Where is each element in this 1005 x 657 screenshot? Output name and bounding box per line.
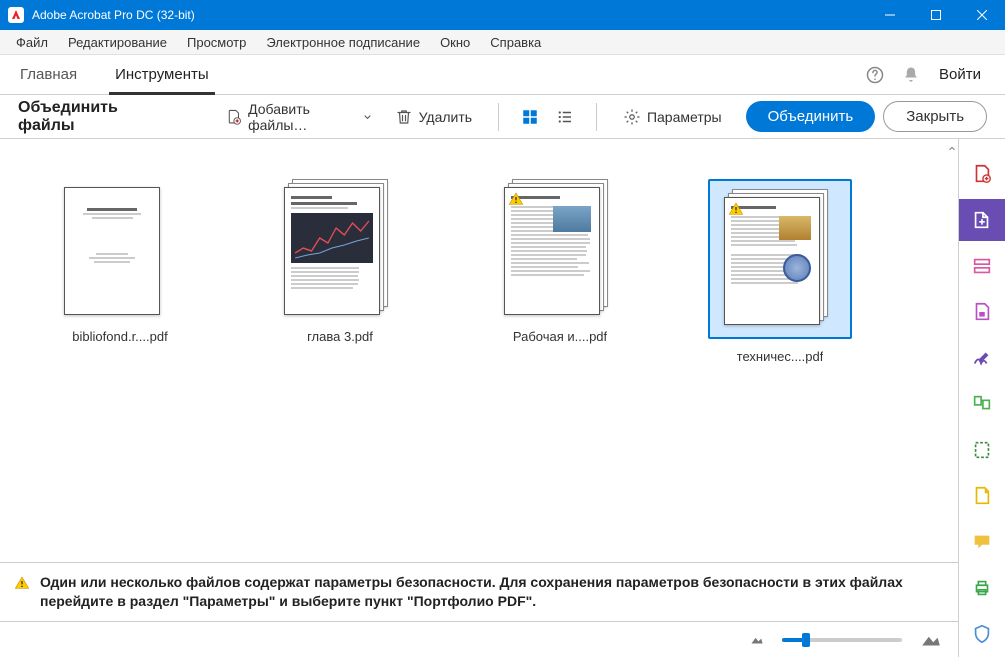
menu-view[interactable]: Просмотр: [177, 32, 256, 53]
file-item[interactable]: глава 3.pdf: [270, 179, 410, 344]
delete-button[interactable]: Удалить: [387, 104, 480, 130]
file-label: Рабочая и....pdf: [513, 329, 607, 344]
separator: [596, 103, 597, 131]
tool-security[interactable]: [959, 613, 1005, 655]
warning-bar: Один или несколько файлов содержат парам…: [0, 562, 958, 621]
grid-icon: [521, 108, 539, 126]
minimize-button[interactable]: [867, 0, 913, 30]
file-label: техничес....pdf: [737, 349, 824, 364]
separator: [498, 103, 499, 131]
warning-text: Один или несколько файлов содержат парам…: [40, 573, 944, 611]
help-icon[interactable]: [857, 57, 893, 93]
scroll-indicator-icon: [948, 145, 956, 153]
options-button[interactable]: Параметры: [615, 104, 730, 130]
tool-print[interactable]: [959, 567, 1005, 609]
workspace: bibliofond.r....pdf глава 3.pdf Рабочая и.…: [0, 139, 1005, 657]
tool-combine-files[interactable]: [959, 199, 1005, 241]
toolbar-title: Объединить файлы: [18, 99, 160, 135]
file-grid[interactable]: bibliofond.r....pdf глава 3.pdf Рабочая и.…: [0, 139, 958, 562]
file-label: глава 3.pdf: [307, 329, 373, 344]
tabbar: Главная Инструменты Войти: [0, 55, 1005, 95]
close-button[interactable]: [959, 0, 1005, 30]
window-title: Adobe Acrobat Pro DC (32-bit): [32, 8, 867, 22]
tool-organize[interactable]: [959, 383, 1005, 425]
menu-window[interactable]: Окно: [430, 32, 480, 53]
acrobat-logo: [8, 7, 24, 23]
warning-icon: [14, 575, 30, 591]
file-label: bibliofond.r....pdf: [72, 329, 167, 344]
list-view-button[interactable]: [552, 102, 579, 132]
tool-sign[interactable]: [959, 337, 1005, 379]
main-panel: bibliofond.r....pdf глава 3.pdf Рабочая и.…: [0, 139, 959, 657]
tab-tools[interactable]: Инструменты: [109, 55, 215, 95]
options-label: Параметры: [647, 109, 722, 125]
menubar: Файл Редактирование Просмотр Электронное…: [0, 30, 1005, 55]
add-files-button[interactable]: Добавить файлы…: [218, 97, 378, 137]
notifications-icon[interactable]: [893, 57, 929, 93]
bottom-bar: [0, 621, 958, 657]
file-item[interactable]: Рабочая и....pdf: [490, 179, 630, 344]
tool-comment[interactable]: [959, 521, 1005, 563]
file-warning-icon: [508, 191, 524, 207]
tool-redact[interactable]: [959, 429, 1005, 471]
tab-home[interactable]: Главная: [14, 55, 83, 95]
menu-sign[interactable]: Электронное подписание: [256, 32, 430, 53]
close-panel-button[interactable]: Закрыть: [883, 101, 987, 132]
menu-edit[interactable]: Редактирование: [58, 32, 177, 53]
login-button[interactable]: Войти: [929, 66, 991, 83]
file-warning-icon: [728, 201, 744, 217]
trash-icon: [395, 108, 413, 126]
file-item[interactable]: bibliofond.r....pdf: [50, 179, 190, 344]
tools-sidebar: [959, 139, 1005, 657]
tool-create-pdf[interactable]: [959, 153, 1005, 195]
add-page-icon: [226, 108, 242, 126]
combine-button[interactable]: Объединить: [746, 101, 876, 132]
menu-file[interactable]: Файл: [6, 32, 58, 53]
tool-edit-pdf[interactable]: [959, 245, 1005, 287]
chevron-down-icon: [364, 113, 371, 121]
titlebar: Adobe Acrobat Pro DC (32-bit): [0, 0, 1005, 30]
zoom-large-icon[interactable]: [920, 632, 942, 648]
add-files-label: Добавить файлы…: [248, 101, 358, 133]
tool-export-pdf[interactable]: [959, 291, 1005, 333]
zoom-small-icon[interactable]: [750, 635, 764, 645]
file-item[interactable]: техничес....pdf: [710, 179, 850, 364]
zoom-slider[interactable]: [782, 638, 902, 642]
menu-help[interactable]: Справка: [480, 32, 551, 53]
gear-icon: [623, 108, 641, 126]
maximize-button[interactable]: [913, 0, 959, 30]
delete-label: Удалить: [419, 109, 472, 125]
tool-protect[interactable]: [959, 475, 1005, 517]
list-icon: [556, 108, 574, 126]
grid-view-button[interactable]: [517, 102, 544, 132]
combine-toolbar: Объединить файлы Добавить файлы… Удалить…: [0, 95, 1005, 139]
